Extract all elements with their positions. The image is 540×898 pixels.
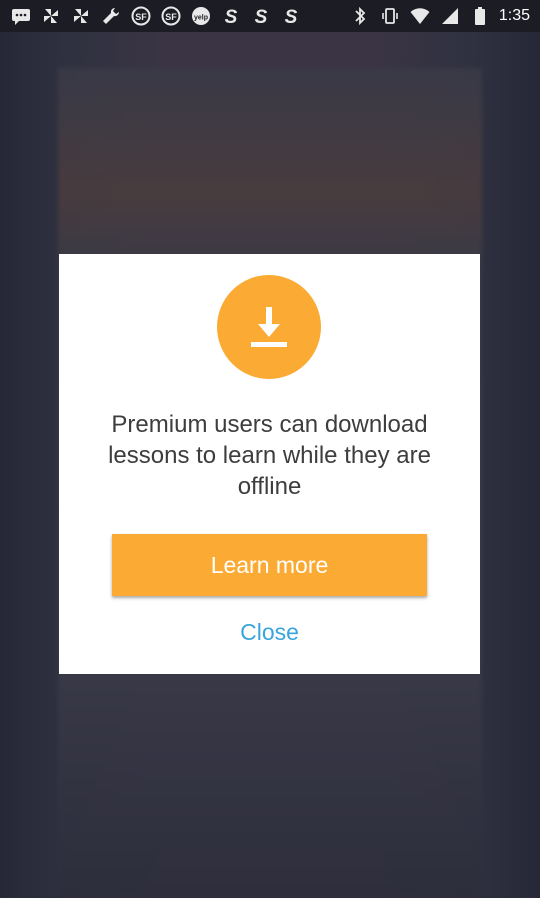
sf-icon: SF <box>160 6 182 26</box>
download-premium-dialog: Premium users can download lessons to le… <box>59 254 480 674</box>
bluetooth-icon <box>349 6 371 26</box>
sf-icon: SF <box>130 6 152 26</box>
svg-text:SF: SF <box>165 12 177 22</box>
learn-more-button[interactable]: Learn more <box>112 534 427 596</box>
svg-text:S: S <box>225 7 238 26</box>
download-icon <box>217 275 321 379</box>
status-bar: SF SF yelp S S S 1:35 <box>0 0 540 32</box>
pinwheel-icon <box>70 6 92 26</box>
s-icon: S <box>280 6 302 26</box>
yelp-icon: yelp <box>190 6 212 26</box>
s-icon: S <box>250 6 272 26</box>
dialog-message: Premium users can download lessons to le… <box>108 411 431 500</box>
battery-icon <box>469 6 491 26</box>
pinwheel-icon <box>40 6 62 26</box>
notification-icons: SF SF yelp S S S <box>10 6 349 26</box>
chat-icon <box>10 6 32 26</box>
status-time: 1:35 <box>498 7 530 24</box>
s-icon: S <box>220 6 242 26</box>
close-button[interactable]: Close <box>59 619 480 646</box>
wrench-icon <box>100 6 122 26</box>
svg-text:SF: SF <box>135 12 147 22</box>
system-icons: 1:35 <box>349 6 530 26</box>
svg-text:S: S <box>285 7 298 26</box>
svg-text:yelp: yelp <box>194 15 208 22</box>
svg-text:S: S <box>255 7 268 26</box>
wifi-icon <box>409 6 431 26</box>
signal-icon <box>439 6 461 26</box>
vibrate-icon <box>379 6 401 26</box>
